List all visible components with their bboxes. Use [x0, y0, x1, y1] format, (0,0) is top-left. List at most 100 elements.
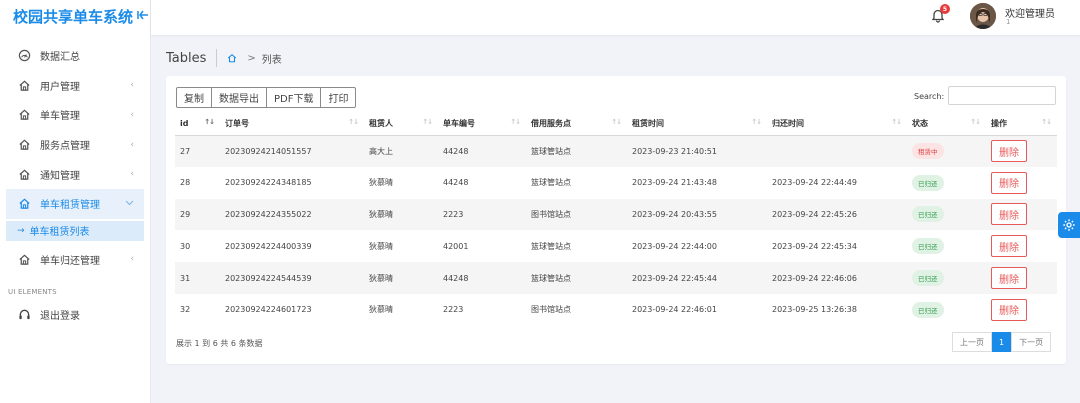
cell-order: 20230924224348185 [220, 166, 364, 199]
cell-rent-time: 2023-09-23 21:40:51 [627, 135, 767, 167]
table-row: 28 20230924224348185 狄慕晴 44248 篮球管站点 2023-09-… [175, 166, 1057, 199]
chevron-left-icon: ‹ [130, 254, 134, 265]
rental-table: id ↑↓ 订单号 ↑↓ 租赁人 ↑↓ 单车编号 ↑↓ 借用服务点 ↑↓ 租赁时间 ↑↓ 归… [175, 113, 1057, 326]
delete-button[interactable]: 删除 [991, 267, 1027, 290]
cell-bike: 2223 [438, 293, 526, 326]
search-input[interactable] [948, 86, 1056, 105]
search-label: Search: [914, 92, 945, 101]
settings-toggle[interactable] [1058, 212, 1080, 238]
cell-status: 已归还 [907, 293, 986, 326]
sidebar-item-label: 用户管理 [40, 81, 80, 93]
delete-button[interactable]: 删除 [991, 140, 1027, 163]
sidebar-item-bike-return[interactable]: 单车归还管理 ‹ [0, 245, 150, 275]
cell-return-time [767, 135, 907, 167]
sort-icon: ↑↓ [510, 118, 521, 126]
sidebar-subitem-rental-list[interactable]: → 单车租赁列表 [6, 220, 144, 241]
delete-button[interactable]: 删除 [991, 235, 1027, 258]
topbar: 5 欢迎管理员 1 [151, 0, 1080, 35]
home-icon [17, 78, 31, 92]
table-header-row: id ↑↓ 订单号 ↑↓ 租赁人 ↑↓ 单车编号 ↑↓ 借用服务点 ↑↓ 租赁时间 ↑↓ 归… [175, 113, 1057, 136]
cell-rent-time: 2023-09-24 22:45:44 [627, 262, 767, 294]
copy-button[interactable]: 复制 [176, 87, 212, 108]
export-button[interactable]: 数据导出 [211, 87, 267, 108]
chevron-left-icon: ‹ [130, 139, 134, 150]
page-title: Tables [166, 50, 207, 66]
column-header-return-time[interactable]: 归还时间 ↑↓ [767, 113, 907, 136]
sidebar-subitem-label: 单车租赁列表 [29, 227, 90, 239]
sidebar-item-bikes[interactable]: 单车管理 ‹ [0, 100, 150, 130]
pdf-download-button[interactable]: PDF下载 [266, 87, 322, 108]
delete-button[interactable]: 删除 [991, 171, 1027, 194]
status-badge: 已归还 [912, 238, 944, 255]
home-icon[interactable] [227, 53, 237, 63]
page-header: Tables > 列表 [166, 49, 282, 67]
sort-icon: ↑↓ [204, 118, 215, 126]
chevron-left-icon: ‹ [130, 80, 134, 91]
cell-rent-time: 2023-09-24 22:46:01 [627, 293, 767, 326]
table-row: 29 20230924224355022 狄慕晴 2223 图书馆站点 2023-09-2… [175, 198, 1057, 231]
cell-return-time: 2023-09-25 13:26:38 [767, 293, 907, 326]
welcome-subtext: 1 [1006, 18, 1011, 26]
cell-bike: 2223 [438, 198, 526, 231]
table-row: 30 20230924224400339 狄慕晴 42001 篮球管站点 2023-09-… [175, 230, 1057, 263]
cell-renter: 狄慕晴 [364, 262, 438, 294]
cell-status: 已归还 [907, 230, 986, 263]
page-button-current[interactable]: 1 [992, 332, 1012, 352]
next-page-button[interactable]: 下一页 [1011, 332, 1052, 352]
export-button-group: 复制 数据导出 PDF下载 打印 [176, 87, 357, 108]
print-button[interactable]: 打印 [320, 87, 357, 108]
prev-page-button[interactable]: 上一页 [952, 332, 992, 352]
notification-badge: 5 [940, 4, 950, 14]
cell-id: 28 [175, 166, 220, 199]
section-title: UI ELEMENTS [8, 288, 57, 297]
column-header-id[interactable]: id ↑↓ [175, 113, 220, 136]
sidebar-item-service-points[interactable]: 服务点管理 ‹ [0, 130, 150, 160]
status-badge: 租赁中 [912, 143, 944, 160]
sidebar-item-logout[interactable]: 退出登录 [0, 300, 150, 330]
column-header-order[interactable]: 订单号 ↑↓ [220, 113, 364, 136]
cell-return-time: 2023-09-24 22:45:34 [767, 230, 907, 263]
cell-id: 31 [175, 262, 220, 294]
pagination: 上一页 1 下一页 [952, 332, 1052, 352]
sort-icon: ↑↓ [1041, 118, 1052, 126]
welcome-text: 欢迎管理员 [1005, 9, 1055, 20]
column-header-status[interactable]: 状态 ↑↓ [907, 113, 986, 136]
cell-point: 篮球管站点 [526, 166, 627, 199]
sidebar-item-label: 服务点管理 [40, 141, 90, 153]
cell-id: 27 [175, 135, 220, 167]
brand[interactable]: 校园共享单车系统 [0, 0, 150, 33]
cell-point: 篮球管站点 [526, 230, 627, 263]
notification-bell[interactable]: 5 [930, 4, 950, 25]
column-header-renter[interactable]: 租赁人 ↑↓ [364, 113, 438, 136]
sidebar-item-label: 数据汇总 [40, 52, 80, 64]
cell-id: 30 [175, 230, 220, 263]
collapse-icon[interactable] [137, 10, 149, 23]
column-header-bike[interactable]: 单车编号 ↑↓ [438, 113, 526, 136]
sidebar-item-bike-rental[interactable]: 单车租赁管理 [6, 188, 144, 219]
sidebar-item-users[interactable]: 用户管理 ‹ [0, 71, 150, 101]
cell-action: 删除 [986, 230, 1057, 263]
gear-icon [1063, 219, 1075, 231]
sort-icon: ↑↓ [970, 118, 981, 126]
sidebar-item-dashboard[interactable]: 数据汇总 [0, 41, 150, 71]
home-icon [17, 167, 31, 181]
sort-icon: ↑↓ [611, 118, 622, 126]
avatar[interactable] [970, 3, 996, 29]
sidebar-menu: 数据汇总 用户管理 ‹ 单车管理 ‹ 服务点管理 ‹ 通知管理 ‹ 单车租赁管理… [0, 41, 150, 330]
column-header-point[interactable]: 借用服务点 ↑↓ [526, 113, 627, 136]
brand-title: 校园共享单车系统 [13, 8, 134, 26]
cell-return-time: 2023-09-24 22:46:06 [767, 262, 907, 294]
sort-icon: ↑↓ [422, 118, 433, 126]
column-header-action[interactable]: 操作 ↑↓ [986, 113, 1057, 136]
status-badge: 已归还 [912, 270, 944, 287]
headset-icon [17, 308, 31, 322]
sidebar-item-label: 单车租赁管理 [40, 200, 100, 212]
sidebar-item-notifications[interactable]: 通知管理 ‹ [0, 159, 150, 189]
delete-button[interactable]: 删除 [991, 203, 1027, 226]
delete-button[interactable]: 删除 [991, 298, 1027, 321]
table-row: 32 20230924224601723 狄慕晴 2223 图书馆站点 2023-09-2… [175, 293, 1057, 326]
column-header-rent-time[interactable]: 租赁时间 ↑↓ [627, 113, 767, 136]
cell-bike: 42001 [438, 230, 526, 263]
cell-return-time: 2023-09-24 22:45:26 [767, 198, 907, 231]
sidebar-item-label: 通知管理 [40, 170, 80, 182]
